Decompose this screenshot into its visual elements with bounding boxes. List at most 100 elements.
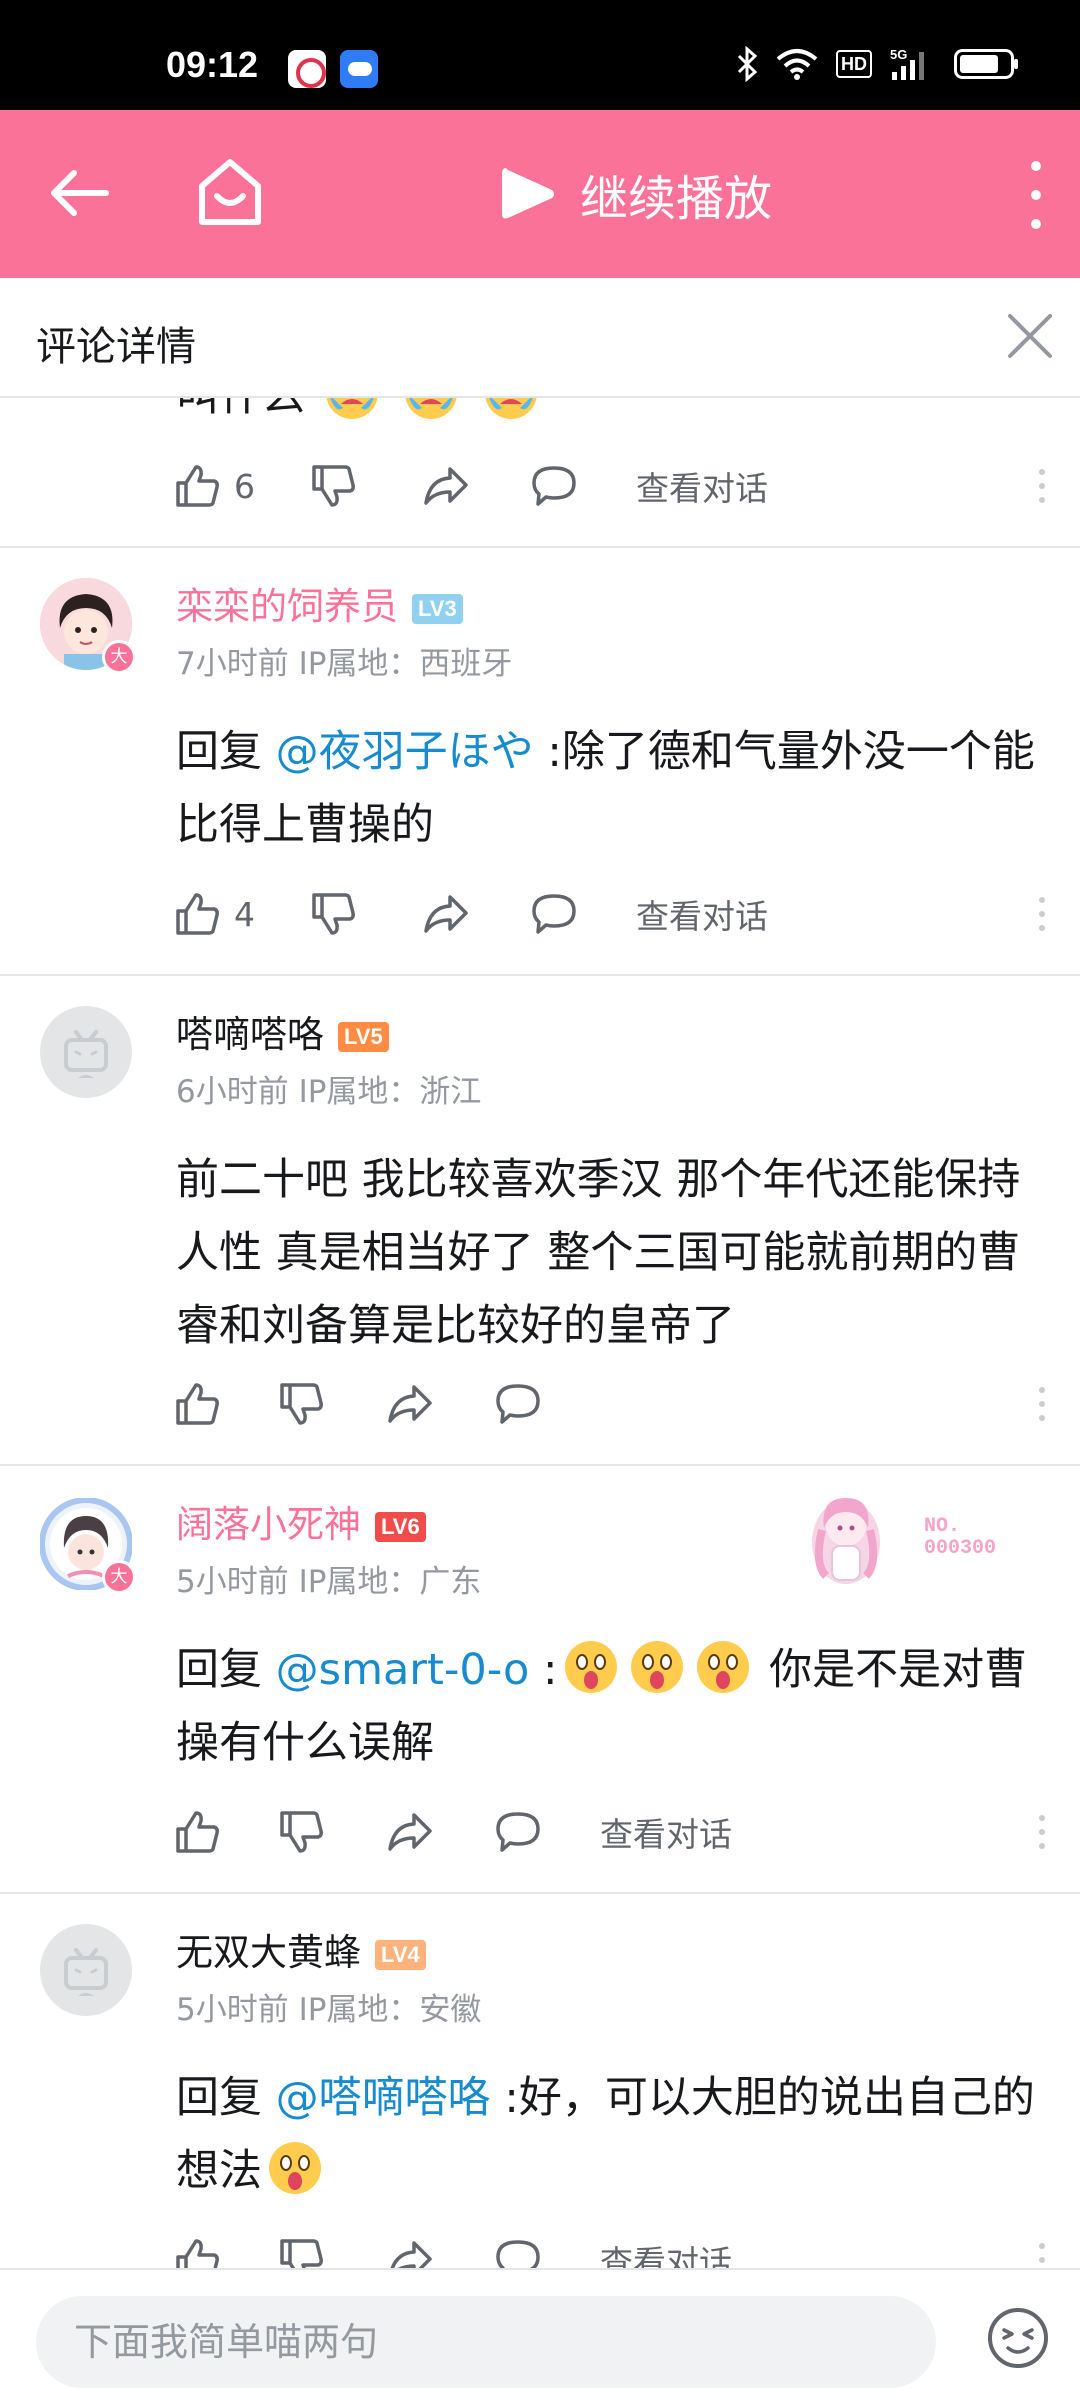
thumbs-up-icon bbox=[176, 1383, 219, 1425]
comment-bubble-icon bbox=[496, 1812, 540, 1852]
mention-link[interactable]: @smart-0-o bbox=[276, 1645, 530, 1695]
hd-icon: HD bbox=[836, 50, 872, 78]
username[interactable]: 嗒嘀嗒咯 LV5 bbox=[176, 1004, 389, 1058]
dislike-button[interactable] bbox=[278, 1802, 324, 1862]
more-dots-icon[interactable] bbox=[1030, 894, 1054, 934]
comment-meta: 5小时前 IP属地：广东 bbox=[176, 1564, 482, 1600]
back-arrow-icon[interactable] bbox=[44, 158, 114, 228]
comment-text: 回复 @smart-0-o : 你是不是对曹操有什么误解 bbox=[176, 1634, 1036, 1780]
view-conversation-link[interactable]: 查看对话 bbox=[636, 884, 768, 944]
thumbs-down-icon bbox=[280, 1383, 323, 1425]
share-icon bbox=[390, 2241, 432, 2268]
close-icon[interactable] bbox=[1002, 308, 1058, 364]
comment-meta: 7小时前 IP属地：西班牙 bbox=[176, 646, 513, 682]
view-conversation-link[interactable]: 查看对话 bbox=[600, 1802, 732, 1862]
comment-actions: 4 查看对话 bbox=[174, 884, 1054, 944]
dislike-button[interactable] bbox=[278, 2230, 324, 2268]
dislike-button[interactable] bbox=[310, 884, 356, 944]
like-button[interactable] bbox=[174, 1802, 220, 1862]
username-text: 嗒嘀嗒咯 bbox=[176, 1013, 324, 1056]
share-button[interactable] bbox=[422, 884, 470, 944]
like-button[interactable]: 6 bbox=[174, 456, 255, 516]
like-count: 4 bbox=[234, 894, 255, 934]
home-icon[interactable] bbox=[190, 152, 270, 232]
username-text: 无双大黄蜂 bbox=[176, 1931, 361, 1974]
reply-button[interactable] bbox=[530, 884, 578, 944]
comment-text: 叫什么 bbox=[176, 398, 1036, 433]
comment-actions bbox=[174, 1374, 1054, 1434]
weather-notification-icon bbox=[340, 50, 378, 88]
more-dots-icon[interactable] bbox=[1030, 1384, 1054, 1424]
shocked-emoji-icon bbox=[269, 2142, 321, 2194]
username[interactable]: 阔落小死神 LV6 bbox=[176, 1494, 426, 1548]
dislike-button[interactable] bbox=[278, 1374, 324, 1434]
mention-link[interactable]: @夜羽子ほや bbox=[276, 727, 534, 777]
battery-icon bbox=[954, 49, 1018, 79]
username-text: 阔落小死神 bbox=[176, 1503, 361, 1546]
comment-input-bar: 下面我简单喵两句 bbox=[0, 2268, 1080, 2400]
comment-bubble-icon bbox=[532, 894, 576, 934]
thumbs-up-icon bbox=[176, 893, 219, 935]
level-badge: LV3 bbox=[412, 593, 463, 624]
share-icon bbox=[424, 467, 468, 505]
comment-item: 无双大黄蜂 LV4 5小时前 IP属地：安徽 回复 @嗒嘀嗒咯 :好，可以大胆的说… bbox=[0, 1894, 1080, 2268]
avatar[interactable] bbox=[40, 1924, 132, 2016]
default-avatar-tv-icon bbox=[64, 1030, 108, 1078]
avatar[interactable] bbox=[40, 1006, 132, 1098]
shocked-emoji-icon bbox=[630, 1641, 683, 1693]
comment-text: 前二十吧 我比较喜欢季汉 那个年代还能保持人性 真是相当好了 整个三国可能就前期… bbox=[176, 1155, 1021, 1351]
reply-button[interactable] bbox=[530, 456, 578, 516]
continue-play-button[interactable]: 继续播放 bbox=[496, 156, 772, 232]
wifi-icon bbox=[776, 49, 818, 80]
thumbs-up-icon bbox=[176, 2239, 219, 2268]
vip-badge: 大 bbox=[102, 640, 136, 674]
level-badge: LV6 bbox=[375, 1511, 426, 1542]
thumbs-down-icon bbox=[280, 2239, 323, 2268]
reply-prefix: 回复 bbox=[176, 727, 276, 777]
thumbs-down-icon bbox=[312, 893, 355, 935]
like-button[interactable]: 4 bbox=[174, 884, 255, 944]
comment-input[interactable]: 下面我简单喵两句 bbox=[36, 2296, 936, 2388]
more-dots-icon[interactable] bbox=[1030, 2240, 1054, 2268]
shocked-emoji-icon bbox=[564, 1641, 617, 1693]
dislike-button[interactable] bbox=[310, 456, 356, 516]
reply-button[interactable] bbox=[494, 1802, 542, 1862]
nameplate-number: NO. 000300 bbox=[924, 1515, 997, 1560]
signal-5g-icon: 5G bbox=[890, 47, 924, 80]
app-header: 继续播放 bbox=[0, 110, 1080, 278]
thumbs-up-icon bbox=[176, 1811, 219, 1853]
share-button[interactable] bbox=[386, 2230, 434, 2268]
bluetooth-icon bbox=[737, 46, 758, 82]
username[interactable]: 无双大黄蜂 LV4 bbox=[176, 1922, 426, 1976]
comment-meta: 5小时前 IP属地：安徽 bbox=[176, 1992, 482, 2028]
reply-button[interactable] bbox=[494, 2230, 542, 2268]
comment-body-before: : bbox=[529, 1645, 558, 1695]
status-icons: HD 5G bbox=[736, 46, 1020, 82]
comment-actions: 查看对话 bbox=[174, 1802, 1054, 1862]
emoji-face-icon[interactable] bbox=[986, 2306, 1050, 2370]
more-vertical-icon[interactable] bbox=[1016, 150, 1056, 240]
mention-link[interactable]: @嗒嘀嗒咯 bbox=[276, 2073, 491, 2123]
like-button[interactable] bbox=[174, 2230, 220, 2268]
reply-button[interactable] bbox=[494, 1374, 542, 1434]
app-notification-icon-red bbox=[288, 50, 326, 88]
share-button[interactable] bbox=[422, 456, 470, 516]
reply-prefix: 回复 bbox=[176, 1645, 276, 1695]
like-button[interactable] bbox=[174, 1374, 220, 1434]
share-button[interactable] bbox=[386, 1802, 434, 1862]
view-conversation-link[interactable]: 查看对话 bbox=[636, 456, 768, 516]
more-dots-icon[interactable] bbox=[1030, 1812, 1054, 1852]
username-text: 栾栾的饲养员 bbox=[176, 585, 398, 628]
avatar[interactable]: 大 bbox=[39, 1497, 136, 1594]
comment-text-partial: 叫什么 bbox=[176, 398, 305, 421]
share-button[interactable] bbox=[386, 1374, 434, 1434]
avatar[interactable]: 大 bbox=[40, 578, 136, 674]
comment-text: 回复 @夜羽子ほや :除了德和气量外没一个能比得上曹操的 bbox=[176, 716, 1036, 862]
view-conversation-link[interactable]: 查看对话 bbox=[600, 2230, 732, 2268]
comment-list[interactable]: 叫什么 6 查看对话 大 bbox=[0, 398, 1080, 2268]
status-time: 09:12 bbox=[166, 44, 259, 85]
username[interactable]: 栾栾的饲养员 LV3 bbox=[176, 576, 463, 630]
more-dots-icon[interactable] bbox=[1030, 466, 1054, 506]
share-icon bbox=[424, 895, 468, 933]
shocked-emoji-icon bbox=[696, 1641, 749, 1693]
